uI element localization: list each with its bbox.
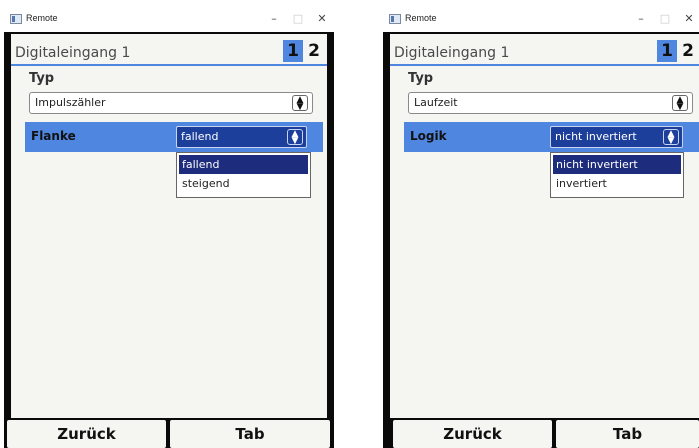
tab-button[interactable]: Tab [556,420,699,448]
dropdown-option-fallend[interactable]: fallend [179,155,308,174]
dropdown-option-nicht-invertiert[interactable]: nicht invertiert [553,155,681,174]
remote-window-left: Remote – □ ✕ Digitaleingang 1 1 2 Typ Im… [4,8,334,448]
flanke-select-value: fallend [181,130,219,143]
window-title: Remote [405,13,437,23]
logik-select[interactable]: nicht invertiert ▲ ▼ [550,126,683,148]
up-down-arrows-icon[interactable]: ▲ ▼ [672,95,688,112]
typ-select[interactable]: Laufzeit ▲ ▼ [408,92,693,114]
page-tab-2[interactable]: 2 [304,40,324,62]
page-title: Digitaleingang 1 [394,45,510,61]
back-button[interactable]: Zurück [393,420,552,448]
title-bar[interactable]: Remote – □ ✕ [383,8,699,32]
flanke-select[interactable]: fallend ▲ ▼ [176,126,307,148]
bottom-bar: Zurück Tab [383,418,699,448]
header-divider [11,64,327,66]
back-button[interactable]: Zurück [7,420,166,448]
content-panel: Digitaleingang 1 1 2 Typ Laufzeit ▲ ▼ Log… [390,34,699,418]
logik-dropdown-list: nicht invertiert invertiert [550,152,684,198]
page-tab-1[interactable]: 1 [657,40,677,62]
app-window-icon [389,14,401,24]
logik-row[interactable]: Logik nicht invertiert ▲ ▼ [404,122,699,152]
page-title: Digitaleingang 1 [15,45,131,61]
minimize-icon[interactable]: – [266,12,282,26]
maximize-icon[interactable]: □ [290,12,306,26]
header-divider [390,64,699,66]
flanke-dropdown-list: fallend steigend [176,152,311,198]
close-icon[interactable]: ✕ [681,12,697,26]
typ-select-value: Laufzeit [414,96,458,109]
up-down-arrows-icon[interactable]: ▲ ▼ [292,95,308,112]
minimize-icon[interactable]: – [633,12,649,26]
up-down-arrows-icon[interactable]: ▲ ▼ [287,129,303,146]
content-panel: Digitaleingang 1 1 2 Typ Impulszähler ▲ ▼… [11,34,327,418]
logik-label: Logik [410,129,447,143]
logik-select-value: nicht invertiert [555,130,637,143]
dropdown-option-invertiert[interactable]: invertiert [553,174,681,193]
dropdown-option-steigend[interactable]: steigend [179,174,308,193]
typ-select-value: Impulszähler [35,96,106,109]
typ-label: Typ [29,71,55,86]
remote-window-right: Remote – □ ✕ Digitaleingang 1 1 2 Typ La… [383,8,699,448]
flanke-row[interactable]: Flanke fallend ▲ ▼ [25,122,323,152]
tab-button[interactable]: Tab [170,420,330,448]
title-bar[interactable]: Remote – □ ✕ [4,8,334,32]
flanke-label: Flanke [31,129,76,143]
bottom-bar: Zurück Tab [4,418,334,448]
typ-select[interactable]: Impulszähler ▲ ▼ [29,92,313,114]
close-icon[interactable]: ✕ [314,12,330,26]
maximize-icon[interactable]: □ [657,12,673,26]
typ-label: Typ [408,71,434,86]
app-window-icon [10,14,22,24]
page-tab-2[interactable]: 2 [678,40,698,62]
page-tab-1[interactable]: 1 [283,40,303,62]
up-down-arrows-icon[interactable]: ▲ ▼ [663,129,679,146]
window-title: Remote [26,13,58,23]
